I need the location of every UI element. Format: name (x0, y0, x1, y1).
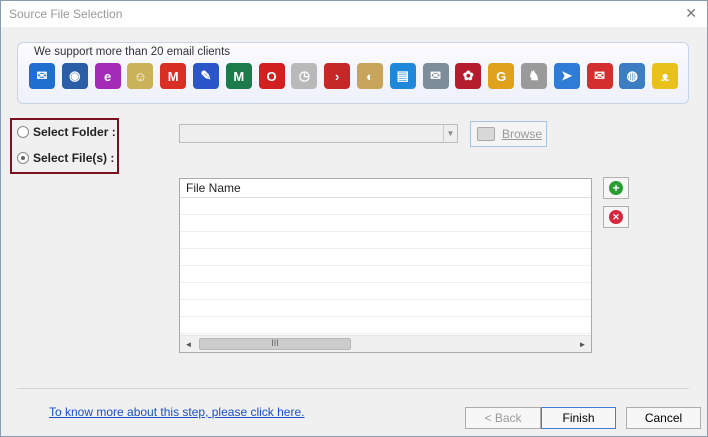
browse-label: Browse (502, 127, 543, 141)
select-files-radio[interactable] (17, 152, 29, 164)
gmail-icon: M (160, 63, 187, 89)
globe-mail-icon: ◍ (619, 63, 646, 89)
paper-plane-icon: ➤ (553, 63, 580, 89)
mail-envelope-icon: ✉ (29, 63, 55, 89)
file-list-grid[interactable]: File Name ◄ III ► (179, 178, 592, 353)
add-file-button[interactable]: + (603, 177, 629, 199)
source-file-selection-dialog: Source File Selection ✕ We support more … (0, 0, 708, 437)
empty-row (180, 266, 591, 283)
close-icon[interactable]: ✕ (685, 5, 697, 22)
empty-row (180, 300, 591, 317)
back-button[interactable]: < Back (465, 407, 541, 429)
empty-row (180, 317, 591, 334)
empty-row (180, 215, 591, 232)
dialog-title: Source File Selection (9, 7, 123, 21)
source-type-group: Select Folder : Select File(s) : (10, 118, 119, 174)
scroll-left-icon[interactable]: ◄ (180, 336, 197, 352)
empty-row (180, 232, 591, 249)
title-bar: Source File Selection ✕ (1, 1, 707, 27)
green-mail-icon: M (225, 63, 252, 89)
file-name-column-header[interactable]: File Name (180, 179, 591, 198)
thunderbird-icon: ◉ (61, 63, 88, 89)
g-mail-client-icon: G (488, 63, 515, 89)
select-folder-radio[interactable] (17, 126, 29, 138)
select-files-label: Select File(s) : (33, 151, 115, 165)
supported-clients-banner: We support more than 20 email clients ✉ ◉… (17, 42, 689, 104)
banner-text: We support more than 20 email clients (34, 46, 231, 58)
browse-button[interactable]: Browse (470, 121, 547, 147)
cancel-button[interactable]: Cancel (626, 407, 701, 429)
blue-book-icon: ▤ (389, 63, 416, 89)
remove-file-button[interactable]: ✕ (603, 206, 629, 228)
footer-divider (17, 388, 689, 389)
empty-row (180, 249, 591, 266)
remove-icon: ✕ (609, 210, 623, 224)
empty-row (180, 283, 591, 300)
select-folder-option[interactable]: Select Folder : (17, 125, 116, 139)
the-bat-icon: ᴥ (652, 63, 679, 89)
horizontal-scrollbar[interactable]: ◄ III ► (180, 335, 591, 352)
red-arrow-icon: › (324, 63, 351, 89)
scroll-thumb[interactable]: III (199, 338, 351, 350)
finish-button[interactable]: Finish (541, 407, 616, 429)
folder-path-combo[interactable]: ▼ (179, 124, 458, 143)
chevron-down-icon[interactable]: ▼ (443, 125, 457, 142)
people-contacts-icon: ☺ (127, 63, 154, 89)
help-link[interactable]: To know more about this step, please cli… (49, 405, 304, 419)
select-folder-label: Select Folder : (33, 125, 116, 139)
entourage-icon: e (94, 63, 121, 89)
mailbox-icon: ✉ (422, 63, 449, 89)
plus-icon: + (609, 181, 623, 195)
mail-clock-icon: ◷ (291, 63, 318, 89)
red-envelope-icon: ✉ (586, 63, 613, 89)
email-client-icons: ✉ ◉ e ☺ M ✎ M O ◷ › ◐ ▤ ✉ ✿ G ♞ ➤ ✉ ◍ ᴥ (29, 63, 685, 93)
seamonkey-icon: ◐ (356, 63, 383, 89)
opera-icon: O (258, 63, 285, 89)
gnu-icon: ♞ (520, 63, 547, 89)
empty-row (180, 198, 591, 215)
open-folder-icon (477, 127, 495, 141)
postbox-icon: ✎ (192, 63, 219, 89)
scroll-right-icon[interactable]: ► (574, 336, 591, 352)
select-files-option[interactable]: Select File(s) : (17, 151, 114, 165)
cluster-icon: ✿ (455, 63, 482, 89)
